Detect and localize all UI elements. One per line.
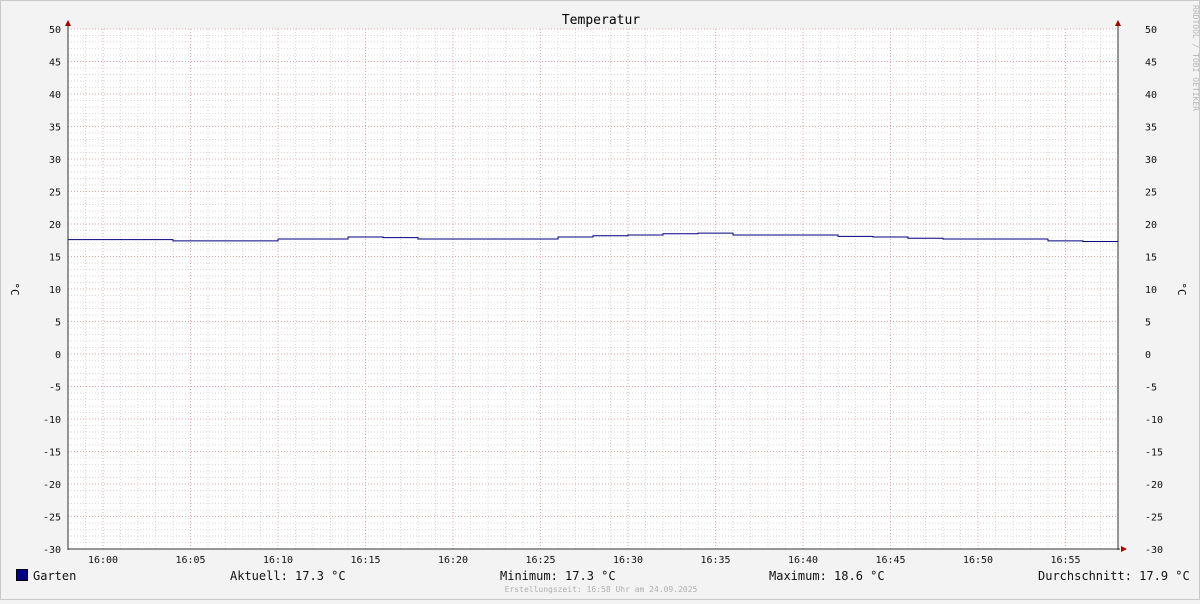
y-tick-label: -20 bbox=[43, 480, 61, 491]
y-tick-label-right: -15 bbox=[1145, 448, 1163, 459]
y-tick-label-right: 10 bbox=[1145, 285, 1157, 296]
x-tick-labels: 16:00 16:05 16:10 16:15 16:20 16:25 16:30 16:35… bbox=[88, 555, 1081, 566]
y-tick-label-right: 25 bbox=[1145, 188, 1157, 199]
y-tick-labels-left: 50454035302520151050-5-10-15-20-25-30 bbox=[43, 25, 61, 556]
chart-title: Temperatur bbox=[562, 13, 640, 28]
y-tick-label-right: 35 bbox=[1145, 123, 1157, 134]
y-tick-label-right: -20 bbox=[1145, 480, 1163, 491]
temperature-chart: 50454035302520151050-5-10-15-20-25-30 50… bbox=[8, 13, 1188, 566]
x-tick-label: 16:10 bbox=[263, 555, 293, 566]
y-tick-label: 30 bbox=[49, 155, 61, 166]
x-axis-arrow bbox=[1121, 546, 1127, 552]
legend-current: Aktuell: 17.3 °C bbox=[230, 569, 346, 583]
y-tick-label-right: -10 bbox=[1145, 415, 1163, 426]
y-axis-arrow-left bbox=[65, 20, 71, 26]
x-tick-label: 16:40 bbox=[788, 555, 818, 566]
x-tick-label: 16:30 bbox=[613, 555, 643, 566]
y-tick-label-right: 50 bbox=[1145, 25, 1157, 36]
y-tick-label: 35 bbox=[49, 123, 61, 134]
legend-swatch bbox=[16, 569, 28, 581]
y-tick-label: 10 bbox=[49, 285, 61, 296]
y-tick-label-right: 0 bbox=[1145, 350, 1151, 361]
y-tick-label: -10 bbox=[43, 415, 61, 426]
legend-maximum: Maximum: 18.6 °C bbox=[769, 569, 885, 583]
y-tick-label: -25 bbox=[43, 513, 61, 524]
y-tick-label-right: 30 bbox=[1145, 155, 1157, 166]
y-tick-labels-right: 50454035302520151050-5-10-15-20-25-30 bbox=[1145, 25, 1163, 556]
legend-minimum: Minimum: 17.3 °C bbox=[500, 569, 616, 583]
x-tick-label: 16:25 bbox=[525, 555, 555, 566]
x-tick-label: 16:20 bbox=[438, 555, 468, 566]
chart-frame: 50 45 40 35 30 25 20 15 10 5 0 -5 -10 -15 -20 -25 -30 50… bbox=[0, 0, 1200, 600]
y-tick-label-right: 5 bbox=[1145, 318, 1151, 329]
y-tick-label: 20 bbox=[49, 220, 61, 231]
y-tick-label-right: -25 bbox=[1145, 513, 1163, 524]
y-tick-label: 15 bbox=[49, 253, 61, 264]
y-axis-arrow-right bbox=[1115, 20, 1121, 26]
y-tick-label-right: 45 bbox=[1145, 58, 1157, 69]
x-tick-label: 16:35 bbox=[700, 555, 730, 566]
x-tick-label: 16:05 bbox=[175, 555, 205, 566]
y-axis-label-left: °C bbox=[8, 282, 21, 295]
y-tick-label: 50 bbox=[49, 25, 61, 36]
y-tick-label-right: 15 bbox=[1145, 253, 1157, 264]
y-tick-label-right: -5 bbox=[1145, 383, 1157, 394]
y-tick-label: 5 bbox=[55, 318, 61, 329]
y-tick-label: -30 bbox=[43, 545, 61, 556]
x-tick-label: 16:55 bbox=[1050, 555, 1080, 566]
y-tick-label-right: 20 bbox=[1145, 220, 1157, 231]
y-tick-label: -15 bbox=[43, 448, 61, 459]
rrdtool-watermark: RRDTOOL / TOBI OETIKER bbox=[1191, 5, 1200, 111]
y-tick-label-right: -30 bbox=[1145, 545, 1163, 556]
x-tick-label: 16:00 bbox=[88, 555, 118, 566]
x-tick-label: 16:50 bbox=[963, 555, 993, 566]
y-tick-label: 40 bbox=[49, 90, 61, 101]
y-tick-label: 25 bbox=[49, 188, 61, 199]
y-tick-label: 45 bbox=[49, 58, 61, 69]
legend-average: Durchschnitt: 17.9 °C bbox=[1038, 569, 1190, 583]
y-tick-label-right: 40 bbox=[1145, 90, 1157, 101]
y-axis-label-right: °C bbox=[1175, 282, 1188, 295]
y-tick-label: -5 bbox=[49, 383, 61, 394]
legend-series-name: Garten bbox=[33, 569, 77, 583]
legend-series: Garten bbox=[16, 569, 76, 583]
x-tick-label: 16:15 bbox=[350, 555, 380, 566]
x-tick-label: 16:45 bbox=[875, 555, 905, 566]
y-tick-label: 0 bbox=[55, 350, 61, 361]
creation-time: Erstellungszeit: 16:58 Uhr am 24.09.2025 bbox=[504, 585, 698, 594]
